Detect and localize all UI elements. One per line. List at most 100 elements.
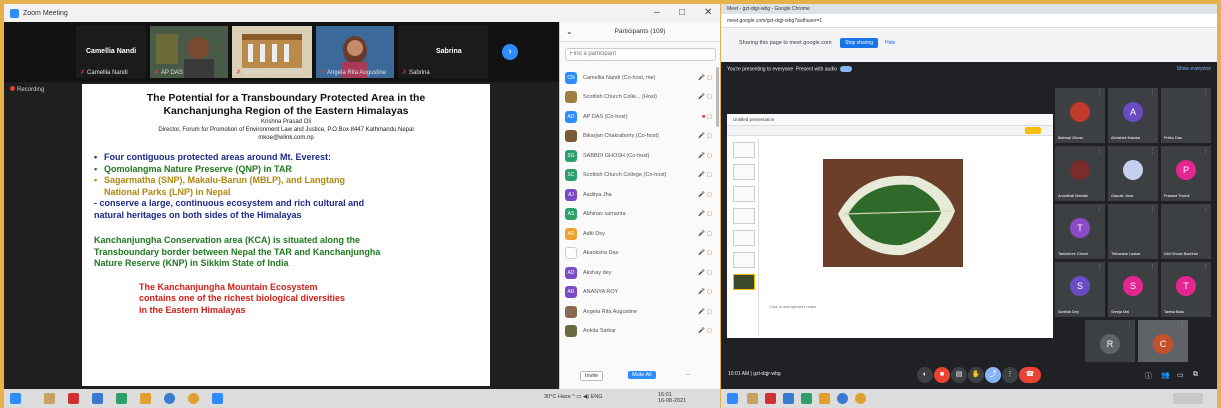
avatar <box>565 130 577 143</box>
participant-row[interactable]: AD Aditi Dey 🎤 ▢ <box>560 224 718 244</box>
participant-tile[interactable]: ⋮ Arundhati Mandal <box>1055 146 1105 201</box>
windows-start-icon[interactable] <box>727 393 738 404</box>
chrome-icon[interactable] <box>188 393 199 404</box>
slide-thumbnail[interactable] <box>733 142 755 158</box>
slide-thumbnail[interactable] <box>733 164 755 180</box>
app-icon[interactable] <box>140 393 151 404</box>
app-icon[interactable] <box>765 393 776 404</box>
camera-off-button[interactable]: ■ <box>934 367 950 383</box>
tile-menu-icon[interactable]: ⋮ <box>1097 90 1102 96</box>
participant-tile[interactable]: ⋮ S Sreeja Mal <box>1108 262 1158 317</box>
app-icon[interactable] <box>819 393 830 404</box>
tile-menu-icon[interactable]: ⋮ <box>1180 322 1185 328</box>
hide-button[interactable]: Hide <box>885 40 895 46</box>
tile-menu-icon[interactable]: ⋮ <box>1203 264 1208 270</box>
tile-menu-icon[interactable]: ⋮ <box>1097 148 1102 154</box>
participant-tile[interactable]: ⋮ T Tanushree Ghosh <box>1055 204 1105 259</box>
tile-menu-icon[interactable]: ⋮ <box>1203 90 1208 96</box>
app-icon[interactable] <box>116 393 127 404</box>
slide-thumbnail-selected[interactable] <box>733 274 755 290</box>
tile-menu-icon[interactable]: ⋮ <box>1097 206 1102 212</box>
more-button[interactable]: ... <box>685 370 691 377</box>
speaker-notes[interactable]: Click to add speaker notes <box>769 304 816 309</box>
participant-row[interactable]: AR ANANYA ROY 🎤 ▢ <box>560 283 718 303</box>
tile-menu-icon[interactable]: ⋮ <box>1150 148 1155 154</box>
tile-menu-icon[interactable]: ⋮ <box>1150 264 1155 270</box>
participant-row[interactable]: SG SABBDI GHOSH (Co-host) 🎤 ▢ <box>560 146 718 166</box>
tile-menu-icon[interactable]: ⋮ <box>1127 322 1132 328</box>
video-tile-camellia[interactable]: Camellia Nandi ✗ Camellia Nandi <box>76 26 146 78</box>
system-tray[interactable] <box>1173 393 1203 404</box>
participant-row[interactable]: AD Akshay dey 🎤 ▢ <box>560 263 718 283</box>
tile-menu-icon[interactable]: ⋮ <box>1203 206 1208 212</box>
activities-icon[interactable]: ⧉ <box>1193 371 1198 379</box>
audio-toggle[interactable] <box>840 66 853 72</box>
participant-row[interactable]: AD AP DAS (Co-host) ■ ▢ <box>560 107 718 127</box>
participant-row[interactable]: Angela Rita Augustine 🎤 ▢ <box>560 302 718 322</box>
maximize-icon[interactable]: □ <box>679 7 685 18</box>
people-icon[interactable]: 👥 <box>1161 371 1170 379</box>
edge-icon[interactable] <box>837 393 848 404</box>
participant-row[interactable]: SC Scottish Church College (Co-host) 🎤 ▢ <box>560 166 718 186</box>
slide-thumbnail[interactable] <box>733 230 755 246</box>
video-tile-sabrina[interactable]: Sabrina ✗ Sabrina <box>398 26 488 78</box>
participant-row[interactable]: CN Camellia Nandi (Co-host, me) 🎤 ▢ <box>560 68 718 88</box>
participant-tile[interactable]: ⋮ Prithu Das <box>1161 88 1211 143</box>
slide-thumbnail[interactable] <box>733 208 755 224</box>
slideshow-button[interactable] <box>1025 127 1041 134</box>
collapse-icon[interactable]: ⌄ <box>566 22 573 42</box>
mic-button[interactable]: ◐ <box>917 367 933 383</box>
participant-row[interactable]: Scottish Church Colle... (Host) 🎤 ▢ <box>560 88 718 108</box>
close-icon[interactable]: ✕ <box>704 7 712 18</box>
mail-icon[interactable] <box>92 393 103 404</box>
slide-thumbnail[interactable] <box>733 252 755 268</box>
next-page-button[interactable]: › <box>502 44 518 60</box>
chat-icon[interactable]: ▭ <box>1177 371 1184 379</box>
participant-tile[interactable]: ⋮ Didi Ghosh Bachhar <box>1161 204 1211 259</box>
zoom-taskbar-icon[interactable] <box>212 393 223 404</box>
minimize-icon[interactable]: – <box>654 7 660 18</box>
windows-start-icon[interactable] <box>10 393 21 404</box>
edge-icon[interactable] <box>164 393 175 404</box>
present-button[interactable]: ⤴ <box>985 367 1001 383</box>
participant-tile[interactable]: ⋮ Tirthankar Laskar <box>1108 204 1158 259</box>
captions-button[interactable]: ▤ <box>951 367 967 383</box>
leave-call-button[interactable]: ☎ <box>1019 367 1041 383</box>
system-tray[interactable]: 30°C Haze ^ ▭ ◀) ENG <box>544 394 603 400</box>
participant-search-input[interactable] <box>565 47 716 61</box>
slide-thumbnail[interactable] <box>733 186 755 202</box>
participant-row[interactable]: AJ Aaditya Jha 🎤 ▢ <box>560 185 718 205</box>
mail-icon[interactable] <box>783 393 794 404</box>
participant-tile[interactable]: ⋮ P Prasant Trivedi <box>1161 146 1211 201</box>
participant-tile[interactable]: ⋮ A Abhishek Mandal <box>1108 88 1158 143</box>
participant-row[interactable]: AS Abhinav samanta 🎤 ▢ <box>560 205 718 225</box>
video-tile-angela[interactable]: ✗ Angela Rita Augustine <box>316 26 394 78</box>
tile-menu-icon[interactable]: ⋮ <box>1097 264 1102 270</box>
mute-all-button[interactable]: Mute All <box>628 371 656 379</box>
participant-tile[interactable]: ⋮ Bishwal Ghosh <box>1055 88 1105 143</box>
more-options-button[interactable]: ⋮ <box>1002 367 1018 383</box>
video-tile-scottish-church[interactable]: ✗ Scottish Church Colle... <box>232 26 312 78</box>
participant-tile[interactable]: ⋮ T Tanisa Bala <box>1161 262 1211 317</box>
participant-row[interactable]: Ankita Sarkar 🎤 ▢ <box>560 322 718 342</box>
file-explorer-icon[interactable] <box>44 393 55 404</box>
file-explorer-icon[interactable] <box>747 393 758 404</box>
video-tile-ap-das[interactable]: ✗ AP DAS <box>150 26 228 78</box>
participant-tile[interactable]: ⋮ S Sarthak Dey <box>1055 262 1105 317</box>
tile-menu-icon[interactable]: ⋮ <box>1150 206 1155 212</box>
layout-button[interactable]: Show everyone <box>1177 66 1211 72</box>
tile-menu-icon[interactable]: ⋮ <box>1203 148 1208 154</box>
chrome-icon[interactable] <box>855 393 866 404</box>
clock[interactable]: 16:01 16-08-2021 <box>658 392 686 404</box>
participant-tile[interactable]: ⋮ Gaurab Jana <box>1108 146 1158 201</box>
address-bar[interactable]: meet.google.com/gzt-dqjr-wbg?authuser=1 <box>721 14 1217 28</box>
info-icon[interactable]: ⓘ <box>1145 371 1152 381</box>
participant-row[interactable]: Bikarjan Chakraborty (Co-host) 🎤 ▢ <box>560 127 718 147</box>
tile-menu-icon[interactable]: ⋮ <box>1150 90 1155 96</box>
app-icon[interactable] <box>801 393 812 404</box>
app-icon[interactable] <box>68 393 79 404</box>
participant-row[interactable]: Akanksha Das 🎤 ▢ <box>560 244 718 264</box>
raise-hand-button[interactable]: ✋ <box>968 367 984 383</box>
stop-sharing-button[interactable]: Stop sharing <box>840 38 879 48</box>
invite-button[interactable]: Invite <box>580 371 604 381</box>
